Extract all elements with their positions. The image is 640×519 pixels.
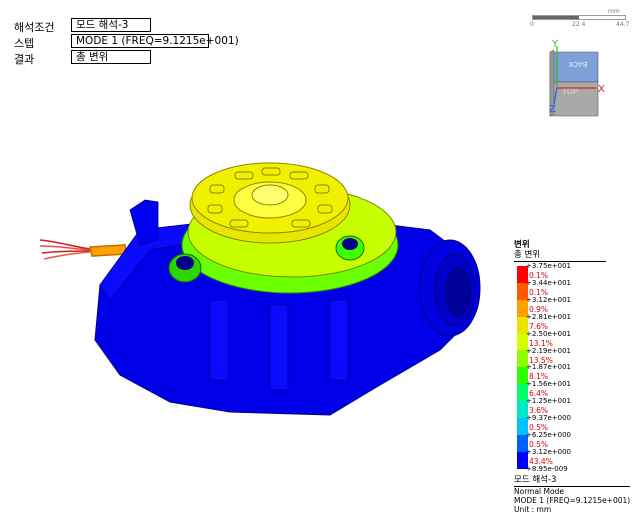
scale-bar: mm 0 22.4 44.7 (530, 8, 630, 32)
legend-percent-label: 13.5% (529, 355, 553, 365)
legend-tick-label: +6.25e+000 (526, 431, 571, 439)
legend-tick-label: +8.95e-009 (526, 464, 568, 473)
legend-tick-label: +3.12e+000 (526, 447, 571, 456)
result-label: 결과 (14, 53, 35, 66)
legend-tick-label: +3.44e+001 (526, 278, 571, 287)
legend-percent-label: 6.4% (529, 389, 549, 399)
scale-tick-1: 22.4 (572, 21, 586, 28)
scale-tick-0: 0 (530, 21, 534, 28)
legend-percent-label: 0.1% (529, 287, 549, 297)
legend-tick-label: +3.75e+001 (526, 262, 571, 270)
legend-percent-label: 8.1% (529, 372, 549, 382)
legend-percent-label: 13.1% (529, 338, 553, 348)
cube-back-label: BACK (568, 60, 587, 68)
step-value: MODE 1 (FREQ=9.1215e+001) (71, 34, 239, 48)
legend-title: 변위 (514, 240, 530, 250)
legend-tick-label: +1.25e+001 (526, 397, 571, 406)
legend-percent-label: 0.5% (529, 423, 549, 433)
footer-line-1: Normal Mode (514, 487, 564, 496)
axis-z-label: Z (549, 104, 556, 115)
legend-footer: 모드 해석-3 Normal Mode MODE 1 (FREQ=9.1215e… (514, 476, 631, 514)
step-label: 스텝 (14, 37, 35, 50)
legend-tick-label: +1.56e+001 (526, 380, 571, 389)
footer-line-2: MODE 1 (FREQ=9.1215e+001) (514, 496, 631, 505)
legend-tick-label: +2.19e+001 (526, 346, 571, 355)
analysis-value: 모드 해석-3 (71, 18, 151, 32)
legend-percent-label: 3.6% (529, 406, 549, 416)
fea-model-viewport[interactable] (30, 150, 510, 420)
legend-percent-label: 0.1% (529, 271, 549, 280)
legend-tick-label: +2.81e+001 (526, 312, 571, 321)
axis-y-label: Y (551, 39, 559, 50)
scale-unit: mm (608, 8, 620, 15)
scale-tick-2: 44.7 (616, 21, 630, 28)
scale-bar-line (532, 15, 626, 20)
analysis-label: 해석조건 (14, 21, 55, 34)
contour-legend: 변위 총 변위 +3.75e+001 +3.44e+001 +3.12e+001 +2… (514, 240, 606, 473)
legend-percent-label: 0.9% (529, 304, 549, 314)
footer-title: 모드 해석-3 (514, 476, 631, 487)
result-value: 총 변위 (71, 50, 151, 64)
legend-tick-label: +9.37e+000 (526, 414, 571, 423)
legend-percent-label: 43.4% (529, 456, 553, 466)
legend-percent-label: 7.6% (529, 321, 549, 331)
legend-percent-label: 0.5% (529, 440, 549, 449)
view-cube[interactable]: BACK TOP Y X Z (540, 36, 620, 126)
legend-tick-label: +3.12e+001 (526, 295, 571, 304)
legend-tick-label: +2.50e+001 (526, 329, 571, 338)
footer-line-3: Unit : mm (514, 505, 552, 514)
legend-subtitle: 총 변위 (514, 250, 606, 262)
legend-tick-label: +1.87e+001 (526, 363, 571, 372)
cable-wires (39, 239, 127, 260)
axis-x-label: X (598, 84, 605, 95)
